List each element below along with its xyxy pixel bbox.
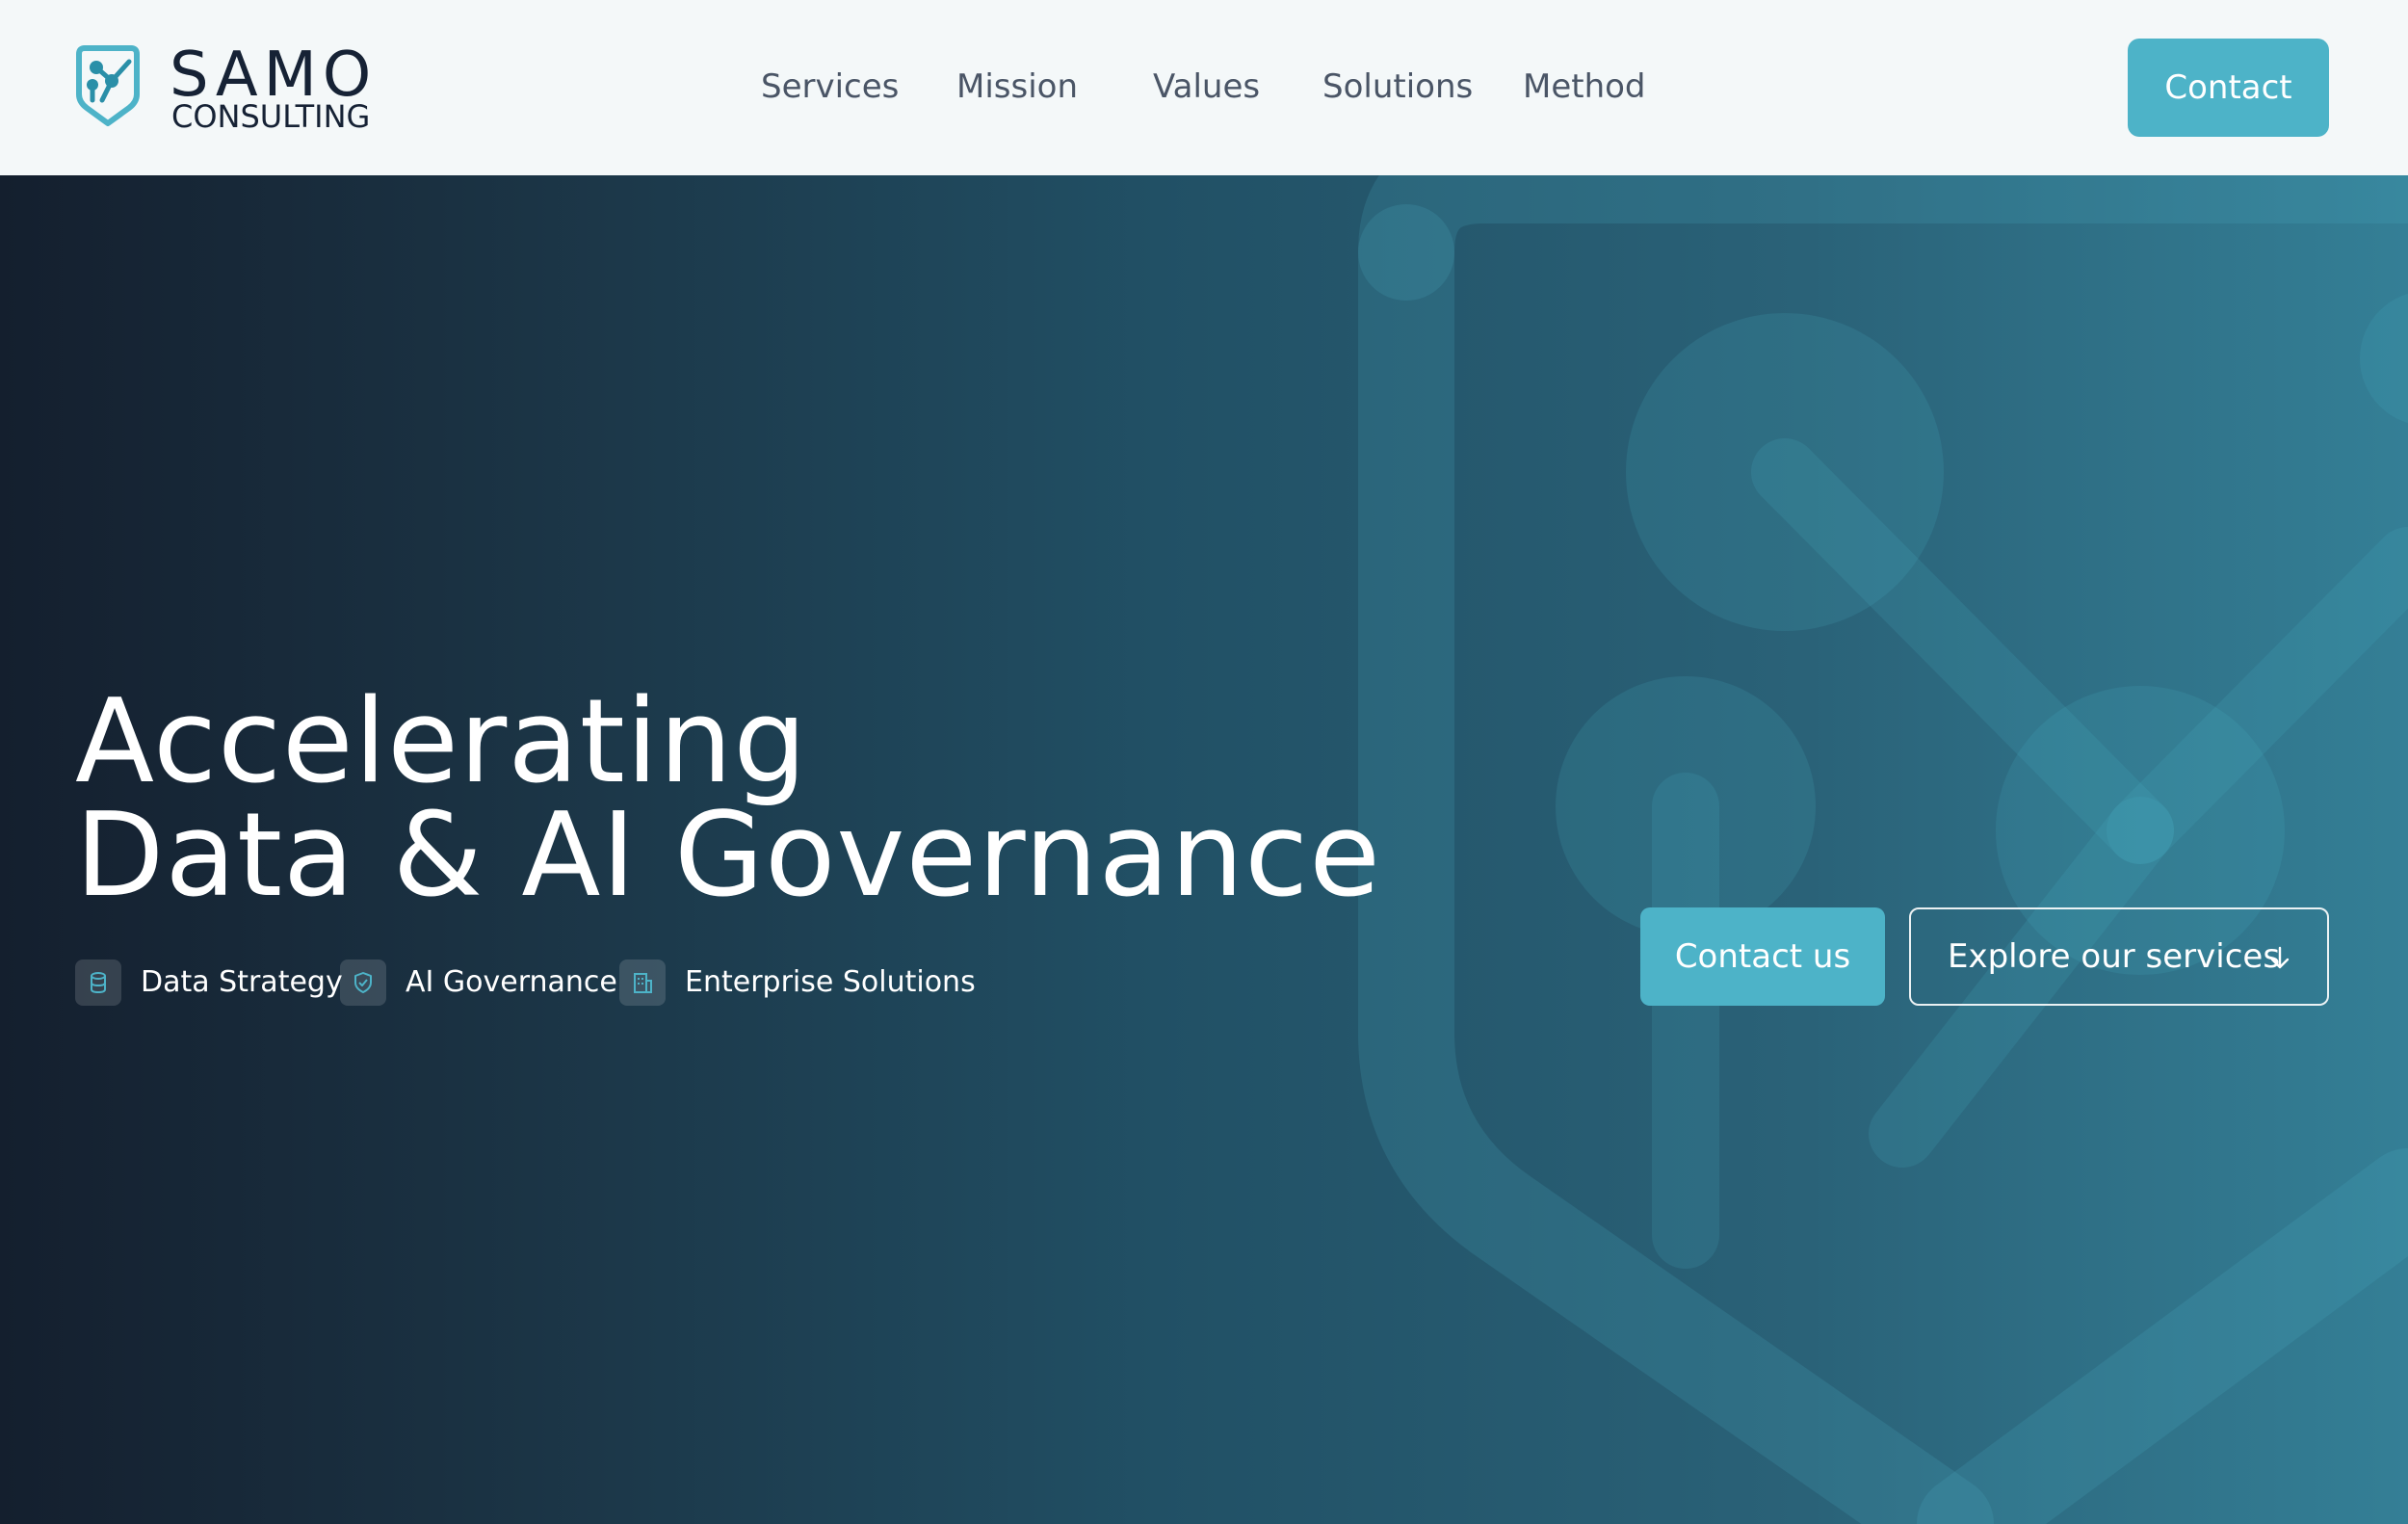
contact-us-button[interactable]: Contact us	[1640, 907, 1885, 1006]
nav-item-method[interactable]: Method	[1523, 66, 1646, 108]
site-header: SAMO CONSULTING Services Mission Values …	[0, 0, 2408, 175]
nav-item-mission[interactable]: Mission	[956, 66, 1078, 108]
tag-label: Enterprise Solutions	[685, 965, 976, 999]
building-icon	[619, 959, 666, 1006]
shield-check-icon	[340, 959, 386, 1006]
tag-label: AI Governance	[406, 965, 617, 999]
hero-heading-line2: Data & AI Governance	[75, 789, 1381, 923]
hero-heading-line1: Accelerating	[75, 675, 808, 809]
nav-item-solutions[interactable]: Solutions	[1322, 66, 1473, 108]
explore-services-button[interactable]: Explore our services	[1909, 907, 2329, 1006]
nav-item-values[interactable]: Values	[1153, 66, 1260, 108]
main-nav: Services Mission Values Solutions Method	[0, 66, 2408, 108]
hero-section: Accelerating Data & AI Governance Data S…	[0, 175, 2408, 1524]
tag-label: Data Strategy	[141, 965, 343, 999]
hero-heading: Accelerating Data & AI Governance	[75, 675, 1381, 923]
contact-button[interactable]: Contact	[2128, 39, 2329, 137]
arrow-down-icon	[2270, 946, 2290, 969]
database-icon	[75, 959, 121, 1006]
explore-services-label: Explore our services	[1948, 937, 2281, 976]
nav-item-services[interactable]: Services	[761, 66, 899, 108]
